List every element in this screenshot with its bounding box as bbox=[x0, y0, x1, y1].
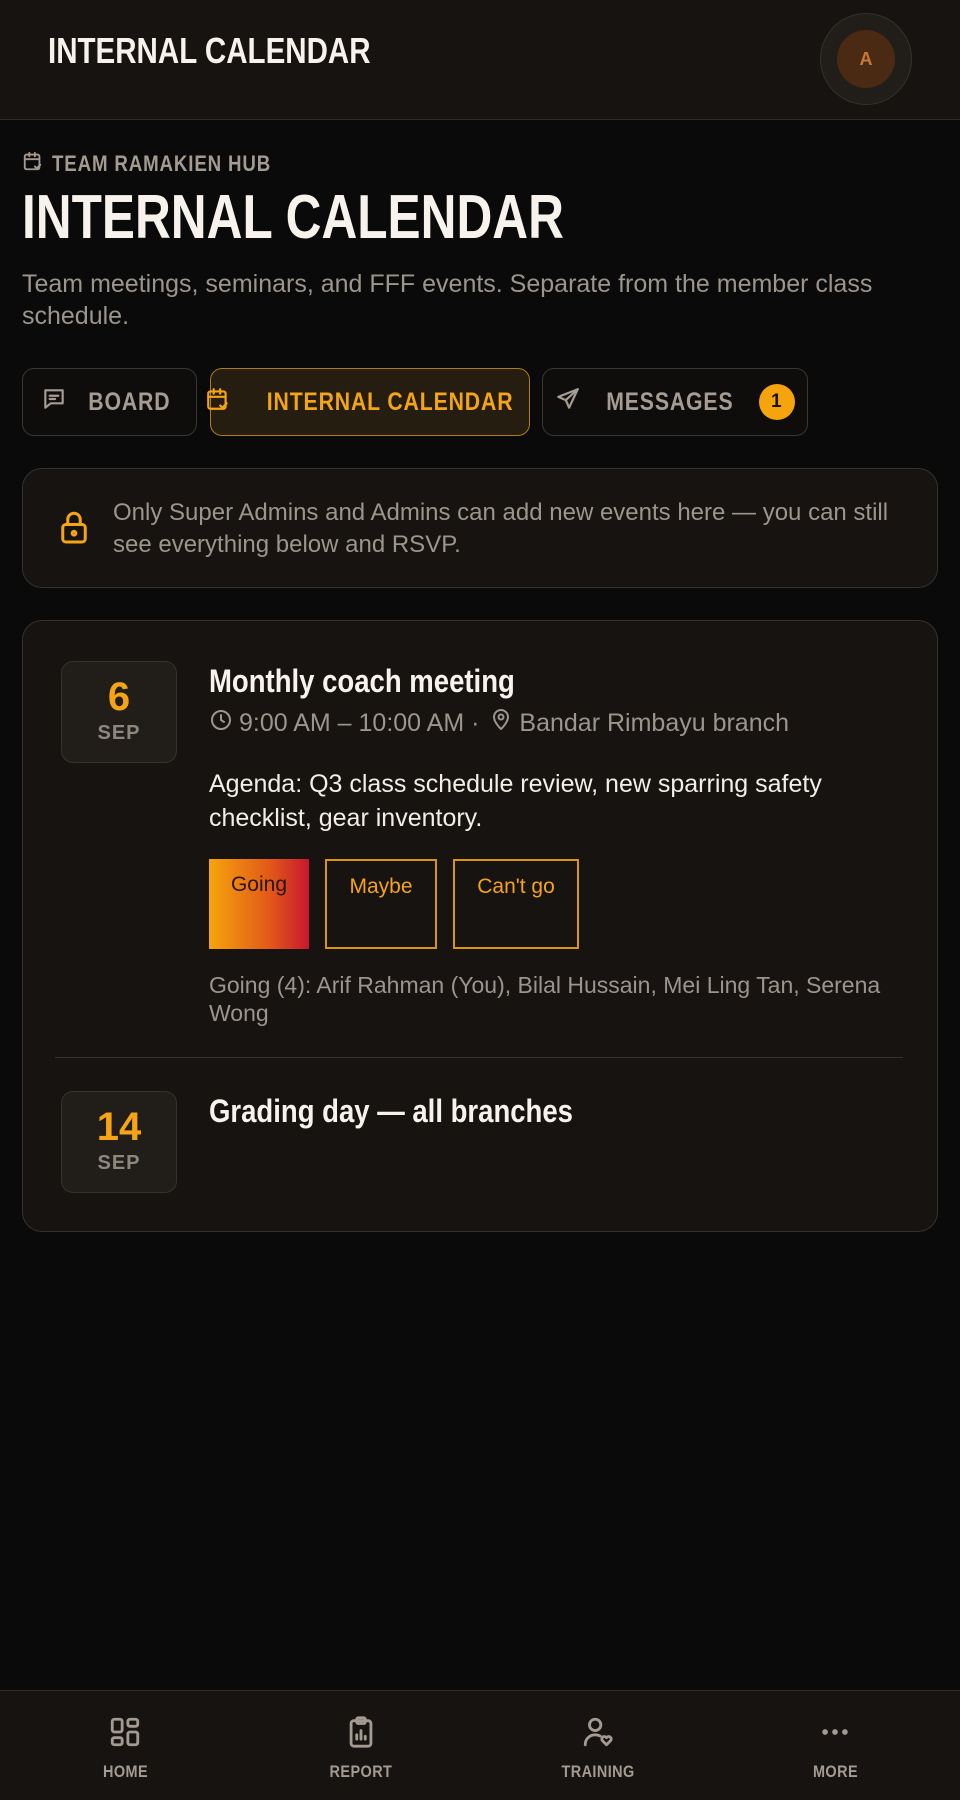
event-date: 14 SEP bbox=[61, 1091, 177, 1193]
event-time: 9:00 AM – 10:00 AM · bbox=[239, 708, 480, 737]
bottom-nav: HOME REPORT TRAINING MORE bbox=[0, 1690, 960, 1800]
rsvp-cant-go-button[interactable]: Can't go bbox=[453, 859, 579, 949]
events-list: 6 SEP Monthly coach meeting 9:00 AM – 10… bbox=[22, 620, 938, 1232]
send-icon bbox=[555, 386, 581, 419]
nav-more[interactable]: MORE bbox=[715, 1691, 955, 1800]
nav-more-label: MORE bbox=[812, 1762, 858, 1781]
tab-board-label: BOARD bbox=[88, 387, 171, 416]
notice-text: Only Super Admins and Admins can add new… bbox=[113, 499, 889, 558]
message-square-icon bbox=[41, 386, 67, 419]
breadcrumb: TEAM RAMAKIEN HUB bbox=[22, 148, 310, 180]
nav-report-label: REPORT bbox=[329, 1762, 393, 1781]
nav-report[interactable]: REPORT bbox=[241, 1691, 481, 1800]
top-bar: INTERNAL CALENDAR A bbox=[0, 0, 960, 120]
page-title: INTERNAL CALENDAR bbox=[22, 183, 564, 252]
rsvp-maybe-button[interactable]: Maybe bbox=[325, 859, 437, 949]
avatar-button[interactable]: A bbox=[820, 13, 912, 105]
app-title: INTERNAL CALENDAR bbox=[48, 30, 371, 71]
tab-board[interactable]: BOARD bbox=[22, 368, 197, 436]
calendar-check-icon bbox=[22, 150, 44, 178]
more-dots-icon bbox=[818, 1691, 852, 1754]
event-month: SEP bbox=[97, 1152, 141, 1174]
clock-icon bbox=[209, 708, 233, 739]
event-location: Bandar Rimbayu branch bbox=[519, 708, 790, 737]
event-title[interactable]: Monthly coach meeting bbox=[209, 661, 515, 701]
avatar: A bbox=[837, 30, 895, 88]
event-date: 6 SEP bbox=[61, 661, 177, 763]
page-subtitle: Team meetings, seminars, and FFF events.… bbox=[22, 270, 873, 330]
tab-messages[interactable]: MESSAGES 1 bbox=[542, 368, 808, 436]
nav-home[interactable]: HOME bbox=[5, 1691, 245, 1800]
rsvp-going-button[interactable]: Going bbox=[209, 859, 309, 949]
eyebrow-label: TEAM RAMAKIEN HUB bbox=[52, 151, 272, 176]
user-heart-icon bbox=[581, 1691, 615, 1754]
clipboard-chart-icon bbox=[344, 1691, 378, 1754]
lock-icon bbox=[59, 509, 89, 550]
event-month: SEP bbox=[97, 722, 141, 744]
unread-count-badge: 1 bbox=[758, 384, 795, 420]
dashboard-icon bbox=[108, 1691, 142, 1754]
calendar-check-icon bbox=[205, 386, 231, 419]
event-agenda: Agenda: Q3 class schedule review, new sp… bbox=[209, 770, 822, 832]
divider bbox=[55, 1057, 903, 1058]
permission-notice: Only Super Admins and Admins can add new… bbox=[22, 468, 938, 588]
map-pin-icon bbox=[489, 708, 513, 739]
nav-training[interactable]: TRAINING bbox=[478, 1691, 718, 1800]
nav-training-label: TRAINING bbox=[561, 1762, 635, 1781]
tab-internal-calendar[interactable]: INTERNAL CALENDAR bbox=[207, 368, 530, 436]
tab-messages-label: MESSAGES bbox=[606, 387, 734, 416]
event-title[interactable]: Grading day — all branches bbox=[209, 1091, 573, 1131]
event-meta: 9:00 AM – 10:00 AM · Bandar Rimbayu bran… bbox=[209, 707, 789, 739]
event-day: 14 bbox=[96, 1105, 142, 1149]
attendee-list: Going (4): Arif Rahman (You), Bilal Huss… bbox=[209, 972, 881, 1026]
tab-internal-calendar-label: INTERNAL CALENDAR bbox=[266, 387, 514, 416]
event-day: 6 bbox=[107, 675, 131, 719]
nav-home-label: HOME bbox=[102, 1762, 148, 1781]
